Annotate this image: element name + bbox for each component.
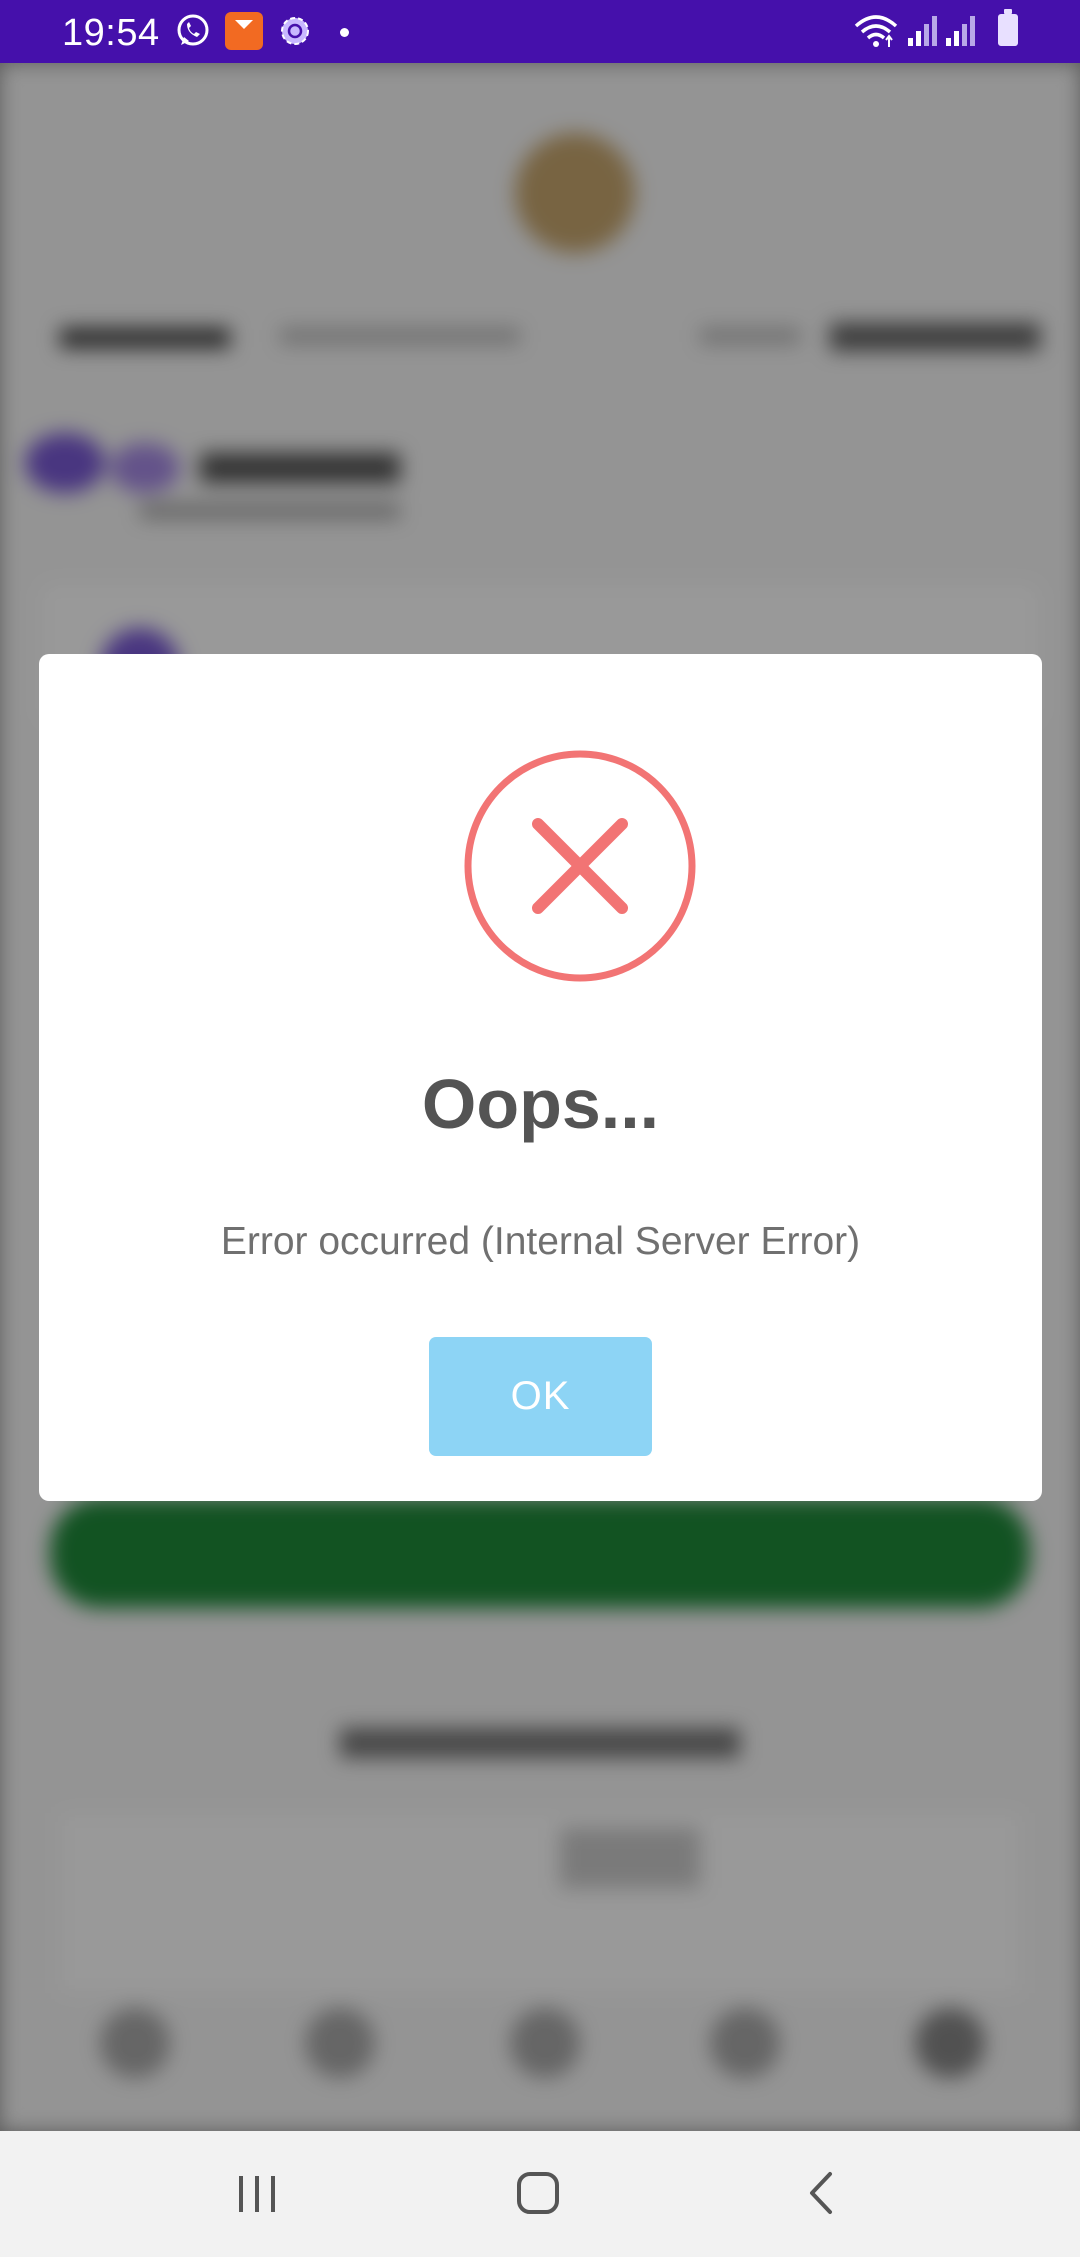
dialog-message: Error occurred (Internal Server Error)	[220, 1220, 861, 1263]
status-bar: 19:54	[0, 0, 1080, 63]
navigation-bar	[0, 2131, 1080, 2257]
wifi-icon	[853, 14, 899, 53]
settings-gear-icon	[278, 14, 312, 53]
back-icon[interactable]	[800, 2168, 844, 2223]
home-icon[interactable]	[514, 2168, 564, 2223]
dialog-title: Oops...	[421, 1065, 660, 1143]
screen: 19:54 Oops... Error occurred (Internal S…	[0, 0, 1080, 2257]
recent-apps-icon[interactable]	[235, 2168, 279, 2223]
dot-icon	[340, 28, 349, 37]
kilimall-app-icon	[225, 12, 263, 55]
battery-icon	[998, 9, 1018, 46]
signal-icon	[906, 14, 940, 53]
error-x-icon	[464, 750, 696, 982]
signal-icon	[944, 14, 978, 53]
status-time: 19:54	[62, 12, 160, 54]
error-dialog: Oops... Error occurred (Internal Server …	[39, 654, 1042, 1501]
ok-button[interactable]: OK	[429, 1337, 652, 1456]
whatsapp-icon	[175, 13, 211, 54]
